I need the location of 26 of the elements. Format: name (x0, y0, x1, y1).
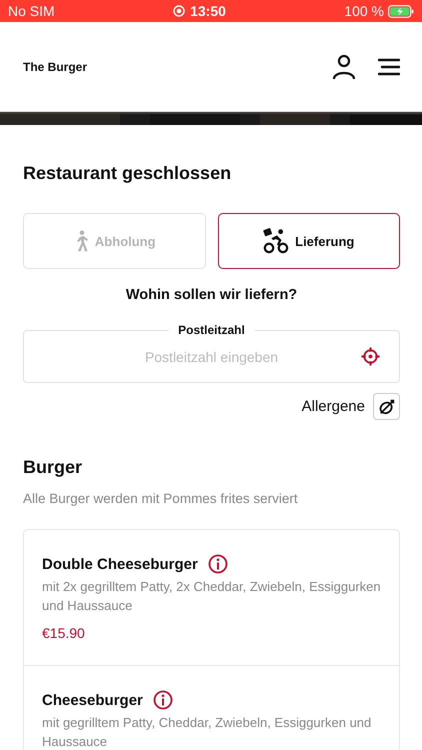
info-icon[interactable] (152, 690, 173, 710)
carrier-text: No SIM (8, 3, 55, 19)
recording-icon (173, 5, 186, 17)
restaurant-status: Restaurant geschlossen (23, 163, 232, 184)
allergens-button[interactable] (373, 393, 400, 420)
battery-charging-icon (388, 4, 414, 18)
allergen-icon (378, 398, 396, 416)
battery-text: 100 % (344, 3, 384, 19)
item-name[interactable]: Cheeseburger (42, 692, 143, 708)
delivery-question: Wohin sollen wir liefern? (124, 287, 298, 303)
item-name[interactable]: Double Cheeseburger (42, 556, 198, 572)
info-icon[interactable] (208, 554, 228, 574)
crosshair-icon[interactable] (361, 347, 380, 366)
delivery-cyclist-icon (263, 228, 290, 254)
allergens-label: Allergene (302, 398, 365, 415)
time-text: 13:50 (190, 3, 226, 19)
restaurant-name[interactable]: The Burger (23, 60, 88, 74)
item-description: mit 2x gegrilltem Patty, 2x Cheddar, Zwiebeln, Essiggurken und Haussauce (42, 578, 381, 615)
menu-icon[interactable] (378, 58, 400, 76)
postcode-label: Postleitzahl (168, 323, 255, 337)
account-icon[interactable] (332, 54, 356, 80)
category-subtitle: Alle Burger werden mit Pommes frites serviert (23, 491, 299, 506)
item-price: €15.90 (42, 625, 86, 641)
category-title: Burger (23, 457, 84, 478)
order-mode-tab[interactable]: Lieferung (218, 213, 400, 269)
item-description: mit gegrilltem Patty, Cheddar, Zwiebeln, Essiggurken und Haussauce (42, 714, 372, 750)
